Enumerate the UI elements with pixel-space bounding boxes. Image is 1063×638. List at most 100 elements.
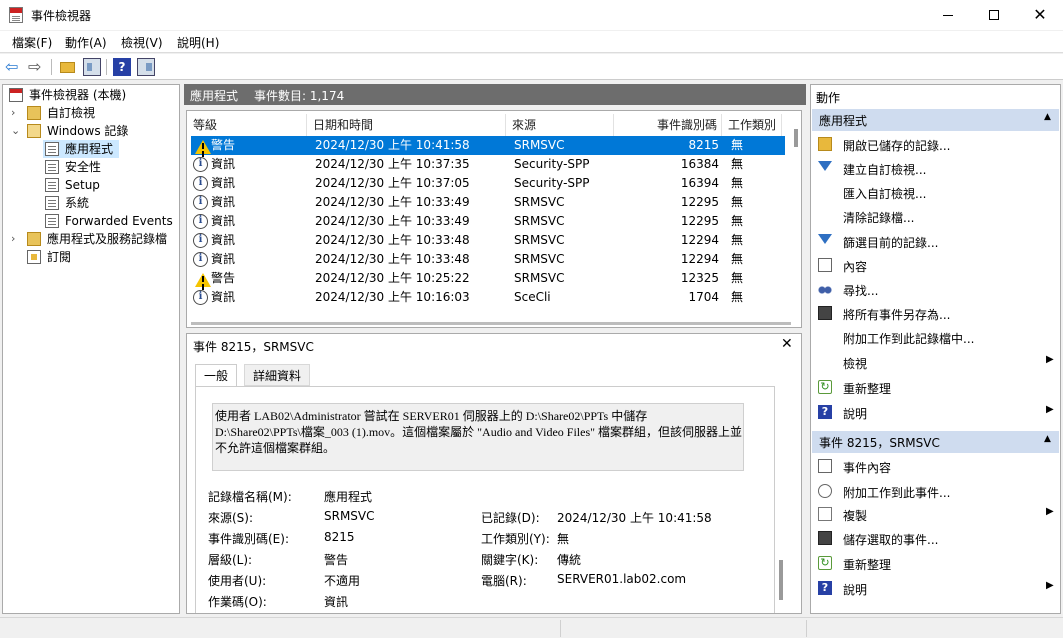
action-help-event[interactable]: ? 說明 ▶ xyxy=(812,577,1059,599)
detail-vertical-scrollbar[interactable] xyxy=(779,560,783,600)
maximize-button[interactable] xyxy=(971,0,1017,30)
row-level: 資訊 xyxy=(211,176,236,190)
action-create-custom-view[interactable]: 建立自訂檢視... xyxy=(812,157,1059,179)
row-source: SRMSVC xyxy=(514,252,565,266)
event-properties-icon xyxy=(818,459,832,473)
tab-details[interactable]: 詳細資料 xyxy=(244,364,311,386)
action-open-saved-log[interactable]: 開啟已儲存的記錄... xyxy=(812,133,1059,155)
row-level: 資訊 xyxy=(211,233,236,247)
table-row[interactable]: i 資訊 2024/12/30 上午 10:33:48 SRMSVC 12294… xyxy=(191,250,785,269)
tree-item-security[interactable]: 安全性 xyxy=(43,158,173,176)
list-horizontal-scrollbar[interactable] xyxy=(191,322,791,325)
table-row[interactable]: i 資訊 2024/12/30 上午 10:33:49 SRMSVC 12295… xyxy=(191,212,785,231)
forward-button[interactable]: ⇨ xyxy=(28,58,46,76)
field-label-user: 使用者(U): xyxy=(208,574,267,588)
action-save-selected-events[interactable]: 儲存選取的事件... xyxy=(812,527,1059,549)
row-task-category: 無 xyxy=(731,195,744,209)
table-row[interactable]: i 資訊 2024/12/30 上午 10:33:49 SRMSVC 12295… xyxy=(191,193,785,212)
help-button[interactable]: ? xyxy=(113,58,131,76)
collapse-up-icon[interactable]: ▲ xyxy=(1044,434,1051,444)
tree-item-subscriptions[interactable]: 訂閱 xyxy=(7,248,177,266)
action-help[interactable]: ? 說明 ▶ xyxy=(812,401,1059,423)
table-row[interactable]: i 資訊 2024/12/30 上午 10:37:35 Security-SPP… xyxy=(191,155,785,174)
tree-item-system[interactable]: 系統 xyxy=(43,194,173,212)
tree-item-setup[interactable]: Setup xyxy=(43,176,173,194)
column-header-event-id[interactable]: 事件識別碼 xyxy=(614,114,722,136)
action-label: 內容 xyxy=(843,260,868,274)
table-row[interactable]: i 資訊 2024/12/30 上午 10:37:05 Security-SPP… xyxy=(191,174,785,193)
table-row[interactable]: i 資訊 2024/12/30 上午 10:16:03 SceCli 1704 … xyxy=(191,288,785,307)
action-copy[interactable]: 複製 ▶ xyxy=(812,503,1059,525)
action-label: 開啟已儲存的記錄... xyxy=(843,139,951,153)
detail-close-button[interactable]: ✕ xyxy=(781,336,793,352)
row-source: Security-SPP xyxy=(514,157,590,171)
actions-title: 動作 xyxy=(816,91,841,105)
action-view[interactable]: 檢視 ▶ xyxy=(812,351,1059,373)
table-row[interactable]: i 資訊 2024/12/30 上午 10:33:48 SRMSVC 12294… xyxy=(191,231,785,250)
action-label: 檢視 xyxy=(843,357,868,371)
action-clear-log[interactable]: 清除記錄檔... xyxy=(812,205,1059,227)
toolbar-separator xyxy=(51,59,52,75)
row-level: 資訊 xyxy=(211,214,236,228)
column-header-level[interactable]: 等級 xyxy=(187,114,307,136)
table-row[interactable]: 警告 2024/12/30 上午 10:25:22 SRMSVC 12325 無 xyxy=(191,269,785,288)
tree-item-windows-logs[interactable]: ⌄ Windows 記錄 xyxy=(7,122,177,140)
row-source: SRMSVC xyxy=(514,195,565,209)
action-refresh[interactable]: ↻ 重新整理 xyxy=(812,376,1059,398)
field-label-level: 層級(L): xyxy=(208,553,253,567)
action-event-properties[interactable]: 事件內容 xyxy=(812,455,1059,477)
collapse-up-icon[interactable]: ▲ xyxy=(1044,112,1051,122)
action-save-all-events-as[interactable]: 將所有事件另存為... xyxy=(812,302,1059,324)
field-log-name: 應用程式 xyxy=(324,490,373,504)
action-attach-task-to-log[interactable]: 附加工作到此記錄檔中... xyxy=(812,326,1059,348)
tree-item-forwarded-events[interactable]: Forwarded Events xyxy=(43,212,177,230)
info-icon: i xyxy=(193,176,208,191)
minimize-button[interactable] xyxy=(925,0,971,30)
table-row[interactable]: 警告 2024/12/30 上午 10:41:58 SRMSVC 8215 無 xyxy=(191,136,785,155)
actions-section-event[interactable]: 事件 8215，SRMSVC ▲ xyxy=(812,431,1059,453)
row-event-id: 12294 xyxy=(680,233,719,247)
column-header-datetime[interactable]: 日期和時間 xyxy=(307,114,506,136)
menu-file[interactable]: 檔案(F) xyxy=(12,34,52,51)
attach-task-icon xyxy=(818,484,832,498)
action-label: 匯入自訂檢視... xyxy=(843,187,927,201)
row-task-category: 無 xyxy=(731,138,744,152)
actions-section-application[interactable]: 應用程式 ▲ xyxy=(812,109,1059,131)
action-label: 建立自訂檢視... xyxy=(843,163,927,177)
expand-icon[interactable]: › xyxy=(11,230,21,248)
row-datetime: 2024/12/30 上午 10:37:05 xyxy=(315,176,470,190)
column-header-source[interactable]: 來源 xyxy=(506,114,614,136)
expand-icon[interactable]: › xyxy=(11,104,21,122)
action-properties[interactable]: 內容 xyxy=(812,254,1059,276)
row-datetime: 2024/12/30 上午 10:33:48 xyxy=(315,252,470,266)
show-hide-tree-button[interactable] xyxy=(83,58,101,76)
tree-item-apps-and-services[interactable]: › 應用程式及服務記錄檔 xyxy=(7,230,177,248)
menu-action[interactable]: 動作(A) xyxy=(65,34,107,51)
find-icon xyxy=(818,282,832,296)
event-list[interactable]: 等級 日期和時間 來源 事件識別碼 工作類別 警告 2024/12/30 上午 … xyxy=(186,110,802,328)
menu-help[interactable]: 說明(H) xyxy=(177,34,219,51)
warning-icon xyxy=(193,271,211,287)
tree-item-root[interactable]: 事件檢視器 (本機) xyxy=(7,86,177,104)
collapse-icon[interactable]: ⌄ xyxy=(11,122,21,140)
action-attach-task-to-event[interactable]: 附加工作到此事件... xyxy=(812,480,1059,502)
tree-item-application[interactable]: 應用程式 xyxy=(43,140,119,158)
column-header-task-category[interactable]: 工作類別 xyxy=(722,114,782,136)
event-description[interactable]: 使用者 LAB02\Administrator 嘗試在 SERVER01 伺服器… xyxy=(212,403,744,471)
back-button[interactable]: ⇦ xyxy=(5,58,23,76)
menu-bar: 檔案(F) 動作(A) 檢視(V) 說明(H) xyxy=(0,31,1063,53)
action-filter-current-log[interactable]: 篩選目前的記錄... xyxy=(812,230,1059,252)
list-vertical-scrollbar[interactable] xyxy=(794,129,798,147)
action-find[interactable]: 尋找... xyxy=(812,278,1059,300)
tree-item-custom-views[interactable]: › 自訂檢視 xyxy=(7,104,177,122)
action-refresh-event[interactable]: ↻ 重新整理 xyxy=(812,552,1059,574)
row-source: SceCli xyxy=(514,290,551,304)
menu-view[interactable]: 檢視(V) xyxy=(121,34,163,51)
row-datetime: 2024/12/30 上午 10:33:49 xyxy=(315,195,470,209)
up-folder-button[interactable] xyxy=(59,58,77,76)
tree-item-label: 系統 xyxy=(65,196,90,210)
tab-general[interactable]: 一般 xyxy=(195,364,238,386)
action-import-custom-view[interactable]: 匯入自訂檢視... xyxy=(812,181,1059,203)
show-hide-action-pane-button[interactable] xyxy=(137,58,155,76)
close-window-button[interactable]: ✕ xyxy=(1017,0,1063,30)
